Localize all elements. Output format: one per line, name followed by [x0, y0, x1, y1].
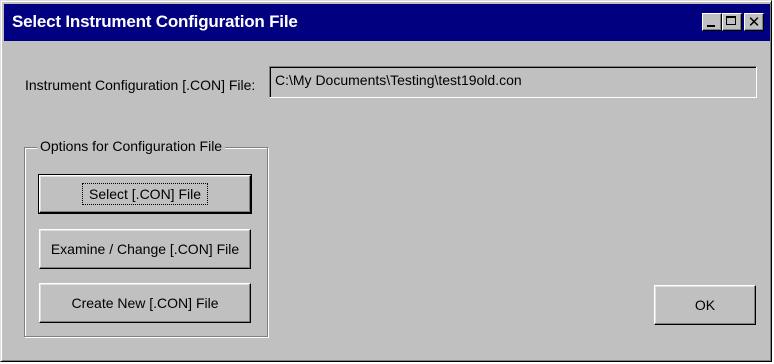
caption-buttons: ✕ — [702, 13, 764, 31]
maximize-icon — [726, 16, 736, 25]
maximize-button[interactable] — [722, 13, 742, 31]
options-groupbox-legend: Options for Configuration File — [37, 138, 226, 154]
examine-change-con-file-button-label: Examine / Change [.CON] File — [50, 241, 240, 257]
ok-button-label: OK — [694, 297, 716, 313]
config-file-path-field[interactable]: C:\My Documents\Testing\test19old.con — [269, 66, 757, 98]
dialog-window: Select Instrument Configuration File ✕ I… — [0, 0, 772, 362]
close-button[interactable]: ✕ — [744, 13, 764, 31]
create-new-con-file-button-label: Create New [.CON] File — [71, 295, 219, 311]
minimize-icon — [707, 25, 715, 27]
close-icon: ✕ — [747, 13, 761, 31]
examine-change-con-file-button[interactable]: Examine / Change [.CON] File — [39, 229, 251, 269]
title-bar[interactable]: Select Instrument Configuration File ✕ — [4, 4, 770, 41]
window-title: Select Instrument Configuration File — [12, 12, 298, 31]
select-con-file-button[interactable]: Select [.CON] File — [38, 174, 252, 214]
config-file-label: Instrument Configuration [.CON] File: — [25, 77, 256, 93]
minimize-button[interactable] — [702, 13, 722, 31]
create-new-con-file-button[interactable]: Create New [.CON] File — [39, 283, 251, 323]
select-con-file-button-label: Select [.CON] File — [81, 183, 209, 205]
ok-button[interactable]: OK — [654, 285, 756, 325]
